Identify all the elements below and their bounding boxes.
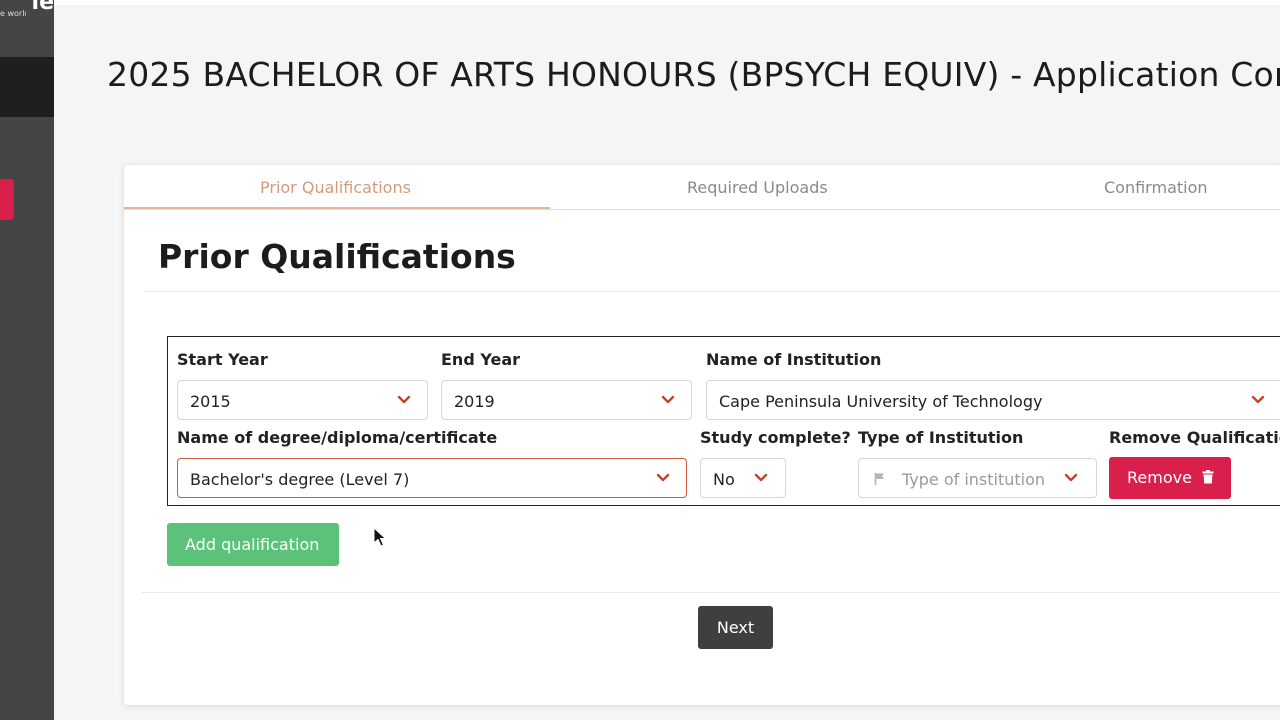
institution-name-select[interactable]: Cape Peninsula University of Technology <box>706 380 1280 420</box>
mouse-cursor-icon <box>373 527 387 547</box>
chevron-down-icon <box>1064 473 1078 482</box>
application-card: Prior Qualifications Required Uploads Co… <box>124 165 1280 705</box>
institution-type-label: Type of Institution <box>858 428 1024 447</box>
study-complete-label: Study complete? <box>700 428 851 447</box>
degree-name-label: Name of degree/diploma/certificate <box>177 428 498 447</box>
add-qualification-label: Add qualification <box>185 535 320 554</box>
start-year-label: Start Year <box>177 350 268 369</box>
next-button-label: Next <box>716 618 755 637</box>
end-year-select[interactable]: 2019 <box>441 380 692 420</box>
start-year-select[interactable]: 2015 <box>177 380 428 420</box>
trash-icon <box>1202 470 1214 484</box>
chevron-down-icon <box>1251 395 1265 404</box>
active-tab-underline <box>124 207 550 209</box>
start-year-value: 2015 <box>190 392 231 411</box>
institution-type-select[interactable]: Type of institution <box>858 458 1097 498</box>
remove-button-label: Remove <box>1127 468 1192 487</box>
degree-name-select[interactable]: Bachelor's degree (Level 7) <box>177 458 687 498</box>
top-band <box>54 0 1280 5</box>
study-complete-select[interactable]: No <box>700 458 786 498</box>
add-qualification-button[interactable]: Add qualification <box>167 523 339 566</box>
institution-name-value: Cape Peninsula University of Technology <box>719 392 1043 411</box>
end-year-value: 2019 <box>454 392 495 411</box>
study-complete-value: No <box>713 470 735 489</box>
chevron-down-icon <box>661 395 675 404</box>
flag-icon <box>874 473 884 485</box>
logo-tagline: e world <box>0 9 26 18</box>
tab-confirmation[interactable]: Confirmation <box>1104 178 1208 197</box>
institution-name-label: Name of Institution <box>706 350 882 369</box>
qualification-row: Start Year 2015 End Year 2019 Name of In… <box>167 336 1280 506</box>
remove-button[interactable]: Remove <box>1109 457 1231 499</box>
section-title: Prior Qualifications <box>158 237 516 276</box>
degree-name-value: Bachelor's degree (Level 7) <box>190 470 410 489</box>
sidebar-red-marker[interactable] <box>0 179 14 220</box>
chevron-down-icon <box>397 395 411 404</box>
sidebar: ie e world <box>0 0 54 720</box>
next-button[interactable]: Next <box>698 606 773 649</box>
chevron-down-icon <box>656 473 670 482</box>
page-title: 2025 BACHELOR OF ARTS HONOURS (BPSYCH EQ… <box>107 55 1280 94</box>
tab-required-uploads[interactable]: Required Uploads <box>687 178 828 197</box>
chevron-down-icon <box>754 473 768 482</box>
step-tabs: Prior Qualifications Required Uploads Co… <box>124 165 1280 210</box>
sidebar-active-section[interactable] <box>0 57 54 117</box>
institution-type-placeholder: Type of institution <box>902 470 1046 489</box>
tab-prior-qualifications[interactable]: Prior Qualifications <box>260 178 411 197</box>
section-divider <box>144 291 1280 292</box>
remove-qualification-label: Remove Qualificatio <box>1109 428 1280 447</box>
end-year-label: End Year <box>441 350 520 369</box>
footer-divider <box>142 592 1280 593</box>
